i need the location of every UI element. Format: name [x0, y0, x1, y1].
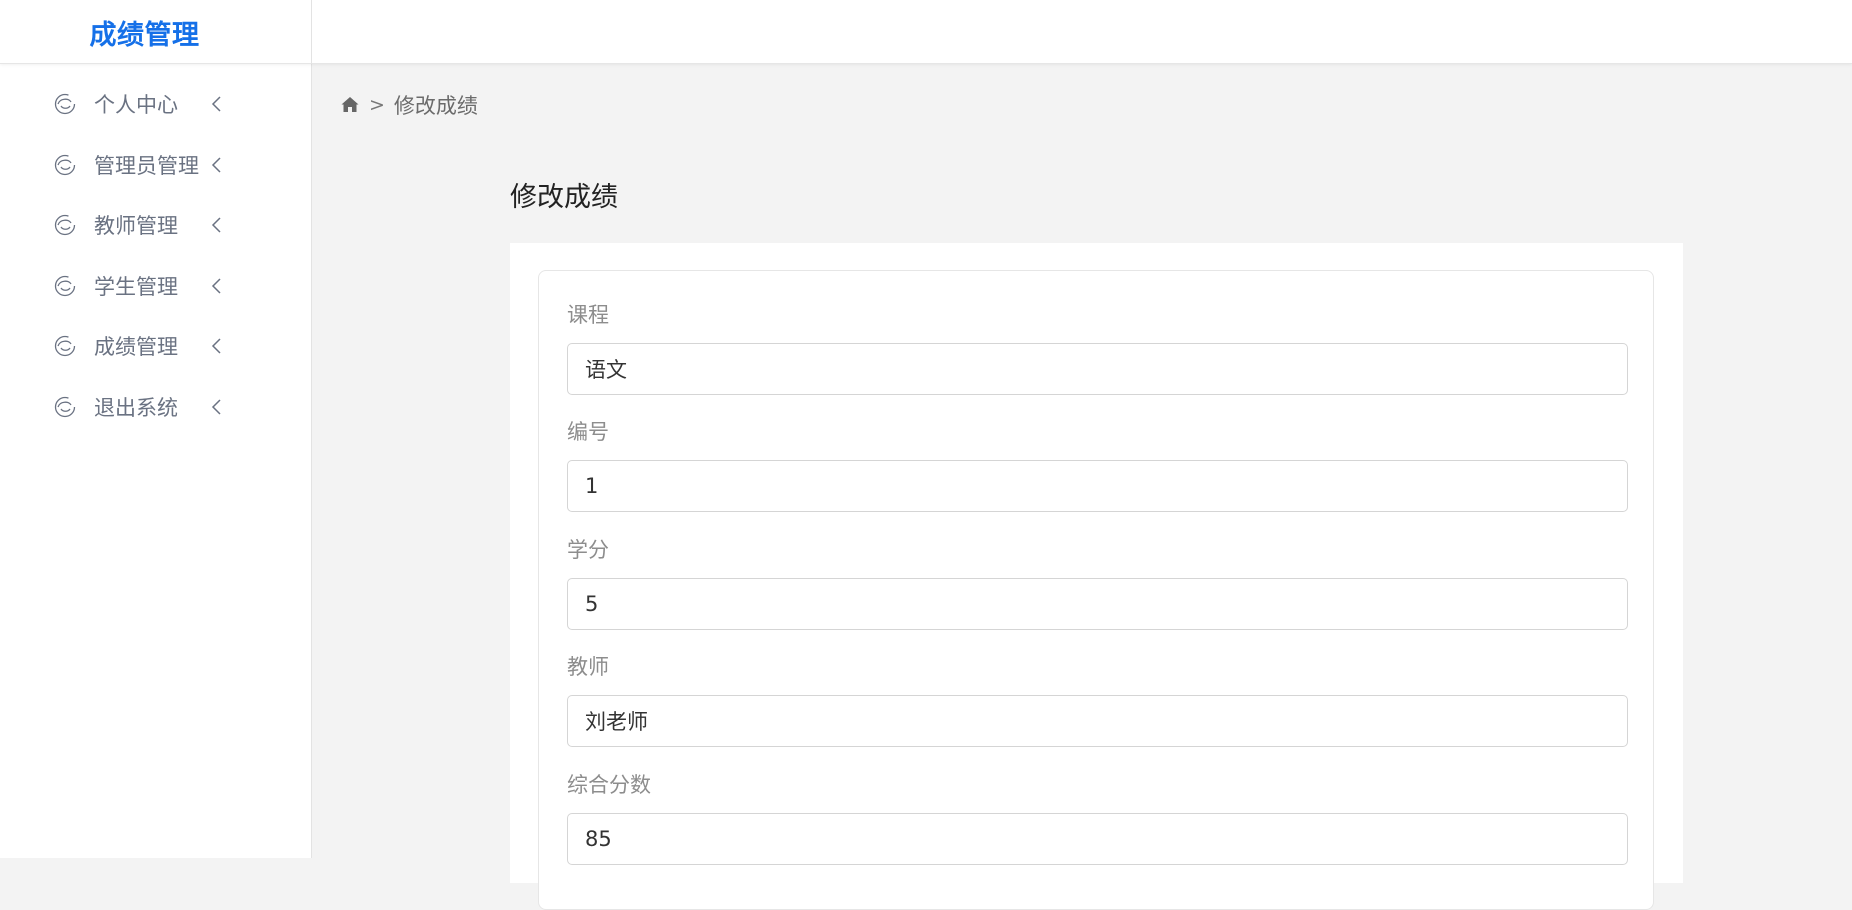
swirl-icon [54, 94, 76, 115]
chevron-left-icon [211, 217, 221, 233]
chevron-left-icon [211, 278, 221, 294]
chevron-left-icon [211, 399, 221, 415]
form-panel: 课程 编号 学分 教师 综合分数 [510, 243, 1683, 910]
sidebar-item-teacher-management[interactable]: 教师管理 [0, 195, 311, 256]
sidebar-item-grade-management[interactable]: 成绩管理 [0, 316, 311, 377]
teacher-field: 教师 [567, 652, 1628, 747]
total-score-field: 综合分数 [567, 770, 1628, 865]
top-header: 成绩管理 [0, 0, 1852, 64]
sidebar-item-label: 退出系统 [94, 395, 178, 420]
home-icon[interactable] [340, 95, 360, 115]
number-field: 编号 [567, 417, 1628, 512]
credit-input[interactable] [567, 578, 1628, 630]
course-label: 课程 [567, 303, 609, 327]
swirl-icon [54, 336, 76, 357]
sidebar-item-label: 学生管理 [94, 274, 178, 299]
sidebar-item-personal-center[interactable]: 个人中心 [0, 74, 311, 135]
chevron-left-icon [211, 157, 221, 173]
total-score-input[interactable] [567, 813, 1628, 865]
chevron-left-icon [211, 96, 221, 112]
number-input[interactable] [567, 460, 1628, 512]
breadcrumb-separator: > [369, 94, 385, 116]
breadcrumb: > 修改成绩 [340, 90, 478, 120]
sidebar-item-logout[interactable]: 退出系统 [0, 377, 311, 438]
form-card: 课程 编号 学分 教师 综合分数 [538, 270, 1654, 910]
page-title: 修改成绩 [510, 182, 618, 213]
sidebar-item-admin-management[interactable]: 管理员管理 [0, 135, 311, 196]
credit-field: 学分 [567, 535, 1628, 630]
total-score-label: 综合分数 [567, 773, 651, 797]
number-label: 编号 [567, 420, 609, 444]
course-field: 课程 [567, 300, 1628, 395]
sidebar-item-label: 成绩管理 [94, 335, 178, 360]
sidebar-item-label: 个人中心 [94, 93, 178, 118]
swirl-icon [54, 275, 76, 296]
teacher-input[interactable] [567, 695, 1628, 747]
sidebar-item-label: 管理员管理 [94, 153, 199, 178]
sidebar: 个人中心 管理员管理 教师管理 学生管理 成绩管理 退出系统 [0, 64, 312, 858]
credit-label: 学分 [567, 538, 609, 562]
brand-area: 成绩管理 [0, 0, 312, 64]
sidebar-item-label: 教师管理 [94, 214, 178, 239]
brand-title: 成绩管理 [89, 19, 200, 51]
breadcrumb-current: 修改成绩 [393, 94, 478, 118]
course-input[interactable] [567, 343, 1628, 395]
teacher-label: 教师 [567, 655, 609, 679]
sidebar-item-student-management[interactable]: 学生管理 [0, 256, 311, 317]
swirl-icon [54, 215, 76, 236]
chevron-left-icon [211, 338, 221, 354]
swirl-icon [54, 396, 76, 417]
swirl-icon [54, 154, 76, 175]
